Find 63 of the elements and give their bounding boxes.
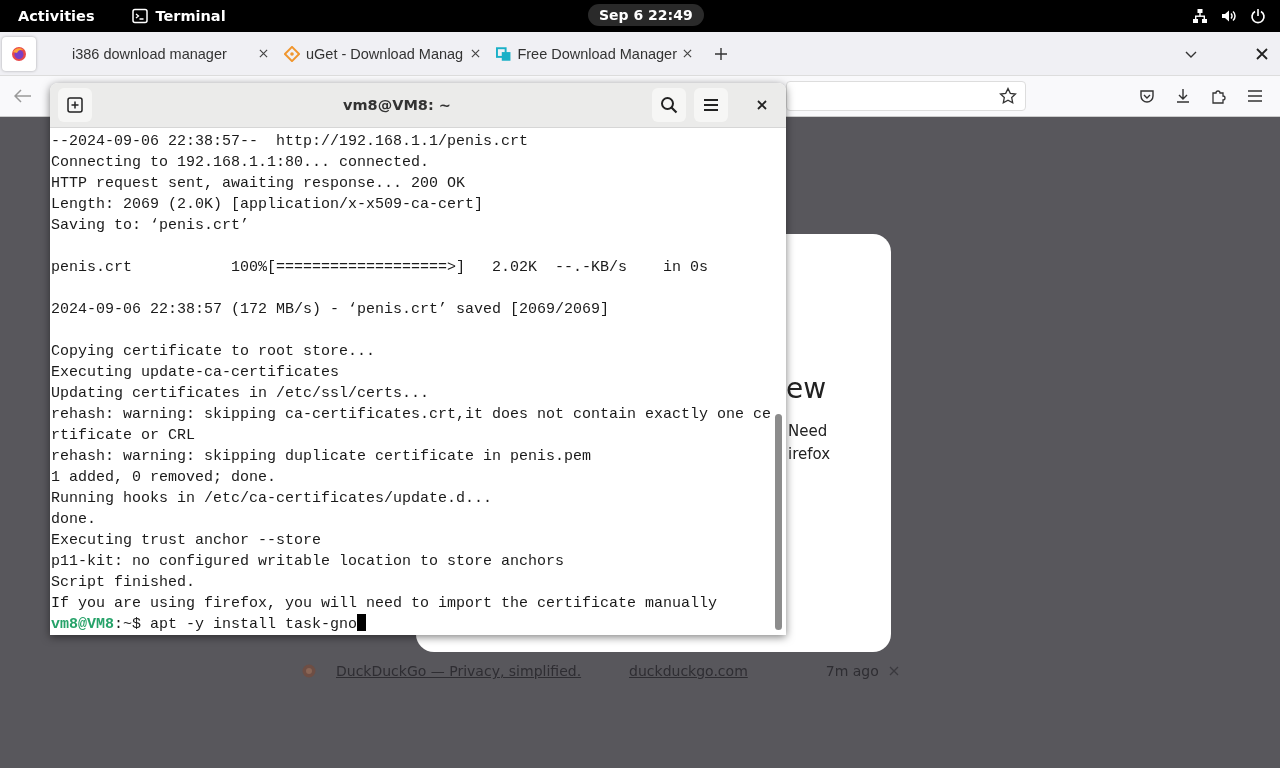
terminal-line: rtificate or CRL xyxy=(51,426,197,446)
card-heading: ew xyxy=(786,372,827,406)
puzzle-icon[interactable] xyxy=(1211,88,1227,104)
window-title: vm8@VM8: ~ xyxy=(342,97,452,113)
prompt-user-host: vm8@VM8 xyxy=(51,616,114,633)
terminal-line: Script finished. xyxy=(51,573,197,593)
browser-tab[interactable]: uGet - Download Manag xyxy=(276,36,488,71)
terminal-line: 1 added, 0 removed; done. xyxy=(51,468,278,488)
search-button[interactable] xyxy=(652,88,686,122)
close-icon[interactable] xyxy=(259,49,268,58)
close-icon xyxy=(757,100,767,110)
power-icon[interactable] xyxy=(1250,8,1266,24)
site-icon xyxy=(302,664,316,678)
scrollbar-thumb[interactable] xyxy=(775,414,782,630)
terminal-line: If you are using firefox, you will need to import the certificate manually xyxy=(51,594,719,614)
new-tab-button[interactable] xyxy=(58,88,92,122)
terminal-line: Length: 2069 (2.0K) [application/x-x509-ca-cert] xyxy=(51,195,485,215)
download-icon[interactable] xyxy=(1175,88,1191,104)
new-tab-icon[interactable] xyxy=(714,46,728,61)
clock[interactable]: Sep 6 22:49 xyxy=(588,4,704,26)
terminal-line: done. xyxy=(51,510,97,530)
pocket-icon[interactable] xyxy=(1139,88,1155,104)
prompt-path: :~$ xyxy=(114,616,143,633)
browser-logo-icon xyxy=(11,45,27,62)
typed-command: apt -y install task-gno xyxy=(150,616,358,633)
terminal-line: HTTP request sent, awaiting response... 200 OK xyxy=(51,174,467,194)
terminal-line: penis.crt 100%[===================>] 2.02K --.-KB/s in 0s xyxy=(51,258,710,278)
app-menu-label[interactable]: Terminal xyxy=(155,8,226,24)
terminal-line: --2024-09-06 22:38:57-- http://192.168.1.1/penis.crt xyxy=(51,132,530,152)
menu-icon[interactable] xyxy=(1247,89,1263,103)
browser-tab[interactable]: i386 download manager xyxy=(64,36,276,71)
terminal-icon xyxy=(131,8,148,24)
terminal-line: p11-kit: no configured writable location to store anchors xyxy=(51,552,566,572)
card-text: irefox xyxy=(788,444,831,465)
close-icon[interactable] xyxy=(683,49,692,58)
terminal-line: Connecting to 192.168.1.1:80... connected. xyxy=(51,153,431,173)
pinned-tab[interactable] xyxy=(2,36,36,71)
terminal-line: rehash: warning: skipping ca-certificates.crt,it does not contain exactly one ce xyxy=(51,405,772,425)
bookmark-star-icon[interactable] xyxy=(999,87,1017,105)
plus-icon xyxy=(67,97,83,113)
close-icon[interactable] xyxy=(471,49,480,58)
activities-button[interactable]: Activities xyxy=(18,8,95,24)
card-text: Need xyxy=(788,421,828,442)
terminal-line: Executing trust anchor --store xyxy=(51,531,323,551)
search-icon xyxy=(660,96,678,114)
terminal-line: Updating certificates in /etc/ssl/certs... xyxy=(51,384,431,404)
terminal-line: rehash: warning: skipping duplicate certificate in penis.pem xyxy=(51,447,593,467)
terminal-line: Copying certificate to root store... xyxy=(51,342,377,362)
terminal-line: Saving to: ‘penis.crt’ xyxy=(51,216,251,236)
address-field[interactable] xyxy=(786,81,1026,111)
browser-tab[interactable]: Free Download Manager xyxy=(488,36,700,71)
squares-icon xyxy=(496,45,512,62)
diamond-icon xyxy=(284,45,300,62)
close-icon[interactable] xyxy=(1256,47,1268,60)
terminal-line: Running hooks in /etc/ca-certificates/update.d... xyxy=(51,489,494,509)
back-icon[interactable] xyxy=(14,89,32,103)
menu-icon xyxy=(703,98,719,112)
menu-button[interactable] xyxy=(694,88,728,122)
network-icon[interactable] xyxy=(1192,8,1208,24)
terminal-line: Executing update-ca-certificates xyxy=(51,363,341,383)
terminal-line: 2024-09-06 22:38:57 (172 MB/s) - ‘penis.crt’ saved [2069/2069] xyxy=(51,300,611,320)
text-cursor xyxy=(357,614,367,631)
volume-icon[interactable] xyxy=(1221,8,1237,24)
